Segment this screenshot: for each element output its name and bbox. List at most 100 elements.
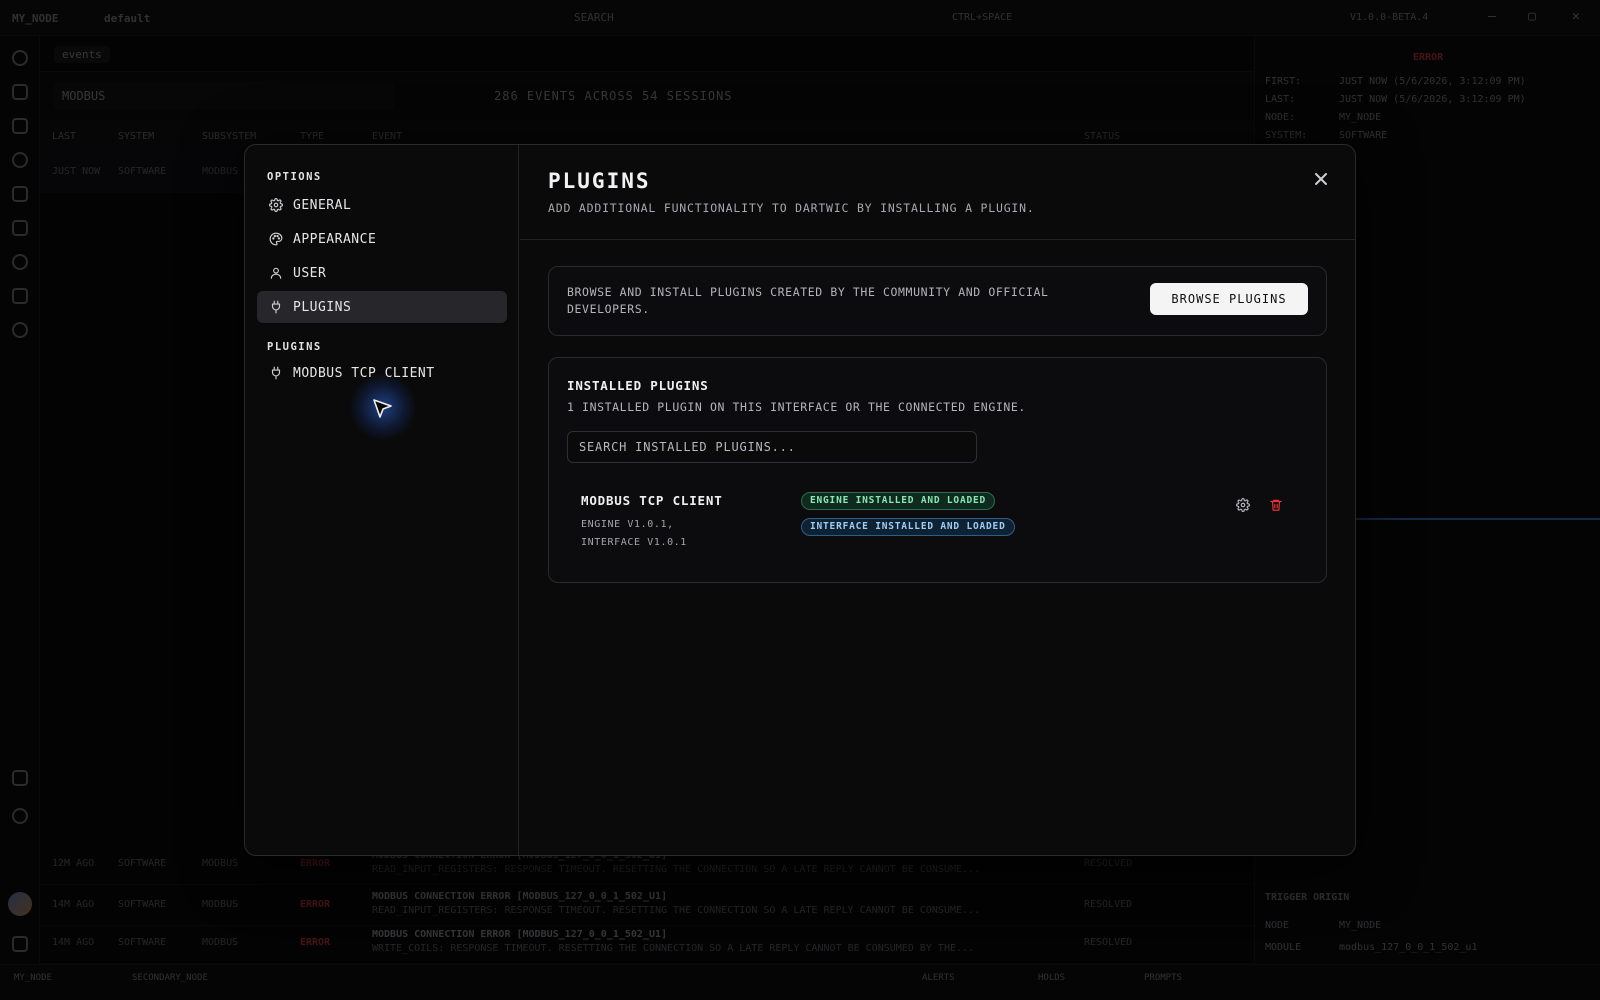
expand-icon[interactable]: [12, 84, 28, 100]
detail-value: JUST NOW (5/6/2026, 3:12:09 PM): [1339, 94, 1526, 105]
row-time: 12M AGO: [52, 858, 95, 869]
status-secondary-node[interactable]: SECONDARY_NODE: [132, 973, 208, 983]
detail-label: LAST:: [1265, 94, 1296, 105]
trigger-origin-title: TRIGGER ORIGIN: [1265, 892, 1350, 903]
status-node[interactable]: MY_NODE: [14, 973, 52, 983]
sidebar-item-plugins[interactable]: PLUGINS: [257, 291, 507, 323]
status-holds[interactable]: HOLDS: [1038, 973, 1065, 983]
origin-label: MODULE: [1265, 942, 1302, 953]
settings-icon[interactable]: [12, 808, 28, 824]
key-icon[interactable]: [12, 936, 28, 952]
browse-plugins-card: BROWSE AND INSTALL PLUGINS CREATED BY TH…: [548, 266, 1327, 336]
row-title: MODBUS CONNECTION ERROR [MODBUS_127_0_0_…: [372, 891, 668, 902]
column-header[interactable]: TYPE: [300, 131, 324, 142]
page-title: PLUGINS: [548, 169, 651, 193]
column-header[interactable]: SYSTEM: [118, 131, 154, 142]
plug-icon: [269, 300, 283, 314]
terminal-icon[interactable]: [12, 770, 28, 786]
row-subsystem: MODBUS: [202, 166, 239, 177]
mouse-cursor-icon: [373, 399, 392, 418]
palette-icon: [269, 232, 283, 246]
options-section-title: OPTIONS: [267, 171, 322, 183]
row-time: 14M AGO: [52, 937, 95, 948]
gear-icon: [269, 198, 283, 212]
engine-status-badge: ENGINE INSTALLED AND LOADED: [801, 492, 996, 510]
column-header[interactable]: LAST: [52, 131, 76, 142]
node-name[interactable]: MY_NODE: [12, 12, 58, 25]
row-detail: READ_INPUT_REGISTERS: RESPONSE TIMEOUT. …: [372, 905, 981, 916]
close-window-icon[interactable]: ✕: [1572, 9, 1580, 24]
row-subsystem: MODBUS: [202, 937, 239, 948]
maximize-icon[interactable]: ▢: [1528, 9, 1536, 24]
phone-icon[interactable]: [12, 186, 28, 202]
engine-version: ENGINE V1.0.1,: [581, 519, 674, 530]
header-divider: [520, 239, 1355, 240]
sidebar-item-label: PLUGINS: [293, 299, 352, 315]
column-header[interactable]: STATUS: [1084, 131, 1120, 142]
tab-events[interactable]: events: [54, 46, 110, 63]
status-alerts[interactable]: ALERTS: [922, 973, 955, 983]
plugin-delete-button[interactable]: [1267, 496, 1285, 514]
plug-icon: [269, 366, 283, 380]
app-version: V1.0.0-BETA.4: [1350, 12, 1429, 23]
row-system: SOFTWARE: [118, 937, 167, 948]
minimize-icon[interactable]: –: [1488, 9, 1496, 24]
avatar[interactable]: [8, 892, 32, 916]
sidebar-item-appearance[interactable]: APPEARANCE: [257, 223, 507, 255]
globe-icon[interactable]: [12, 254, 28, 270]
close-button[interactable]: [1311, 169, 1331, 189]
row-status: RESOLVED: [1084, 899, 1133, 910]
installed-plugins-search-input[interactable]: [567, 431, 977, 463]
row-time: JUST NOW: [52, 166, 101, 177]
events-count: 286 EVENTS ACROSS 54 SESSIONS: [494, 89, 733, 103]
column-header[interactable]: EVENT: [372, 131, 402, 142]
search-icon[interactable]: [12, 50, 28, 66]
global-search[interactable]: SEARCH: [574, 11, 614, 24]
plugin-versions: ENGINE V1.0.1, INTERFACE V1.0.1: [581, 516, 687, 552]
row-detail: WRITE_COILS: RESPONSE TIMEOUT. RESETTING…: [372, 943, 975, 954]
interface-status-badge: INTERFACE INSTALLED AND LOADED: [801, 518, 1015, 536]
row-type: ERROR: [300, 899, 331, 910]
origin-label: NODE: [1265, 920, 1290, 931]
table-row[interactable]: 14M AGO SOFTWARE MODBUS ERROR MODBUS CON…: [40, 923, 1254, 964]
workspace-name[interactable]: default: [104, 12, 150, 25]
row-status: RESOLVED: [1084, 937, 1133, 948]
network-icon[interactable]: [12, 288, 28, 304]
trash-icon: [1270, 499, 1282, 511]
sidebar-item-user[interactable]: USER: [257, 257, 507, 289]
plugins-section-title: PLUGINS: [267, 341, 322, 353]
page-subtitle: ADD ADDITIONAL FUNCTIONALITY TO DARTWIC …: [548, 201, 1035, 215]
status-prompts[interactable]: PROMPTS: [1144, 973, 1182, 983]
column-header[interactable]: SUBSYSTEM: [202, 131, 256, 142]
table-row[interactable]: 14M AGO SOFTWARE MODBUS ERROR MODBUS CON…: [40, 885, 1254, 926]
row-system: SOFTWARE: [118, 899, 167, 910]
chat-icon[interactable]: [12, 152, 28, 168]
left-rail: [0, 36, 40, 964]
row-system: SOFTWARE: [118, 166, 167, 177]
detail-label: SYSTEM:: [1265, 130, 1308, 141]
document-icon[interactable]: [12, 220, 28, 236]
row-type: ERROR: [300, 858, 331, 869]
row-title: MODBUS CONNECTION ERROR [MODBUS_127_0_0_…: [372, 929, 668, 940]
tab-bar: events: [40, 36, 1254, 72]
interface-version: INTERFACE V1.0.1: [581, 537, 687, 548]
row-subsystem: MODBUS: [202, 899, 239, 910]
user-icon: [269, 266, 283, 280]
detail-label: NODE:: [1265, 112, 1296, 123]
browse-description: BROWSE AND INSTALL PLUGINS CREATED BY TH…: [567, 285, 1049, 316]
chart-icon[interactable]: [12, 118, 28, 134]
settings-sidebar: OPTIONS GENERAL APPEARANCE USER PLUGINS: [245, 145, 519, 855]
status-bar: MY_NODE SECONDARY_NODE ALERTS HOLDS PROM…: [0, 964, 1600, 1000]
row-type: ERROR: [300, 937, 331, 948]
sidebar-item-label: GENERAL: [293, 197, 352, 213]
settings-dialog: OPTIONS GENERAL APPEARANCE USER PLUGINS: [244, 144, 1356, 856]
plugin-settings-button[interactable]: [1234, 496, 1252, 514]
gear-icon: [1236, 498, 1250, 512]
sidebar-item-general[interactable]: GENERAL: [257, 189, 507, 221]
filter-input[interactable]: MODBUS: [54, 82, 394, 110]
eye-icon[interactable]: [12, 322, 28, 338]
browse-plugins-button[interactable]: BROWSE PLUGINS: [1150, 283, 1308, 315]
search-shortcut: CTRL+SPACE: [952, 12, 1013, 23]
detail-value: SOFTWARE: [1339, 130, 1388, 141]
installed-plugins-card: INSTALLED PLUGINS 1 INSTALLED PLUGIN ON …: [548, 357, 1327, 583]
